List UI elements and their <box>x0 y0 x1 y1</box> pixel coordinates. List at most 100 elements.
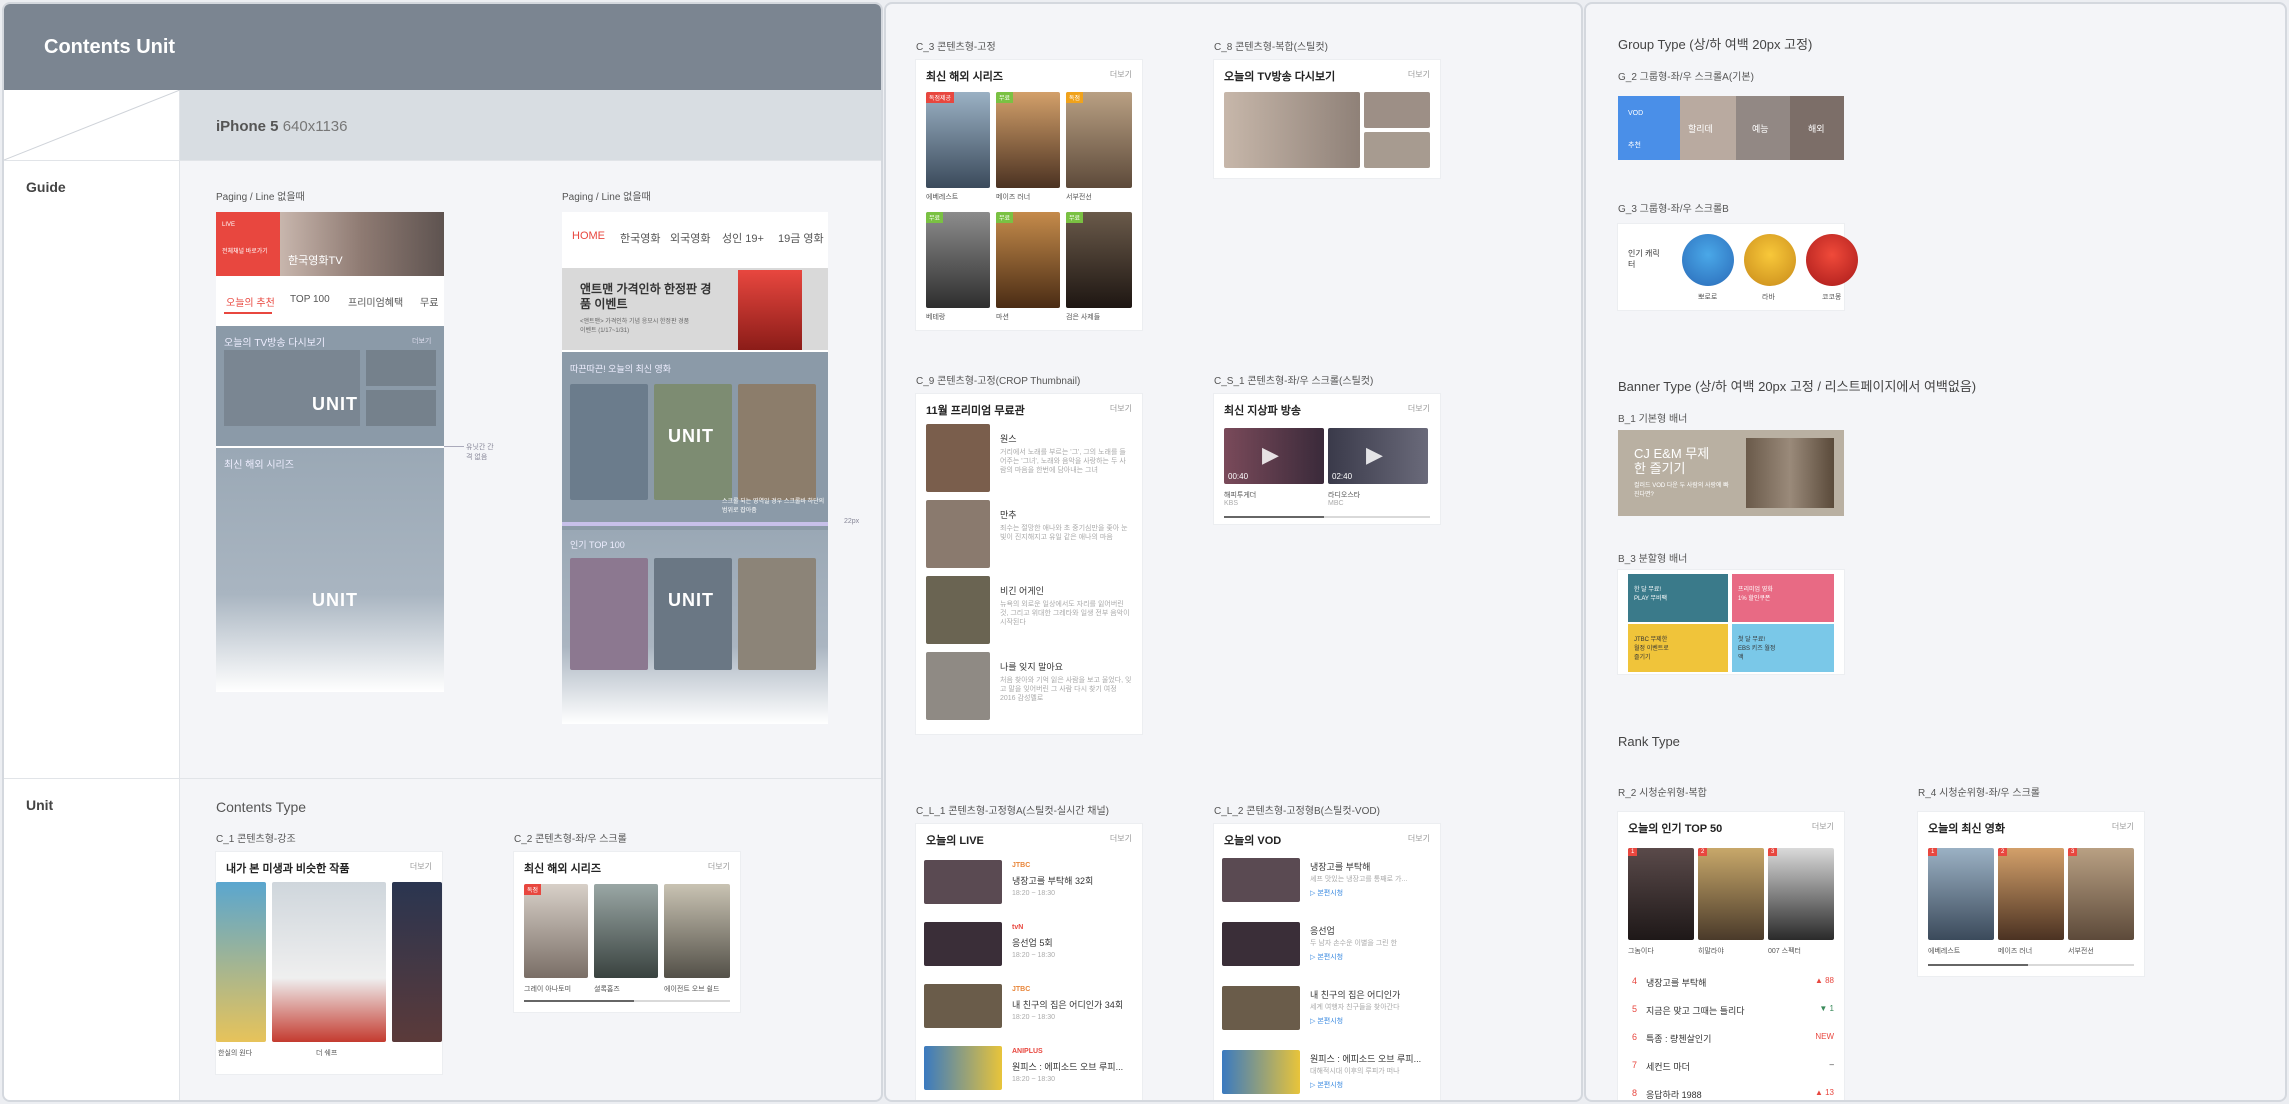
watch-link[interactable]: ▷ 본편시청 <box>1310 1080 1343 1090</box>
more-link[interactable]: 더보기 <box>410 861 432 872</box>
poster <box>738 384 816 500</box>
tab-home[interactable]: HOME <box>572 230 605 242</box>
crop-thumb[interactable] <box>926 424 990 492</box>
group-type-title: Group Type (상/하 여백 20px 고정) <box>1618 37 1813 52</box>
poster[interactable]: 3 <box>2068 848 2134 940</box>
crop-thumb[interactable] <box>926 500 990 568</box>
more-link[interactable]: 더보기 <box>2112 821 2134 832</box>
vod-title: 응선업 <box>1310 926 1335 936</box>
tab-adult[interactable]: 성인 19+ <box>722 230 764 246</box>
poster[interactable]: 1 <box>1628 848 1694 940</box>
b3-banner[interactable]: 한 달 무료! PLAY 무비팩 <box>1628 574 1728 622</box>
more-link[interactable]: 더보기 <box>1408 403 1430 414</box>
poster <box>654 558 732 670</box>
more-link[interactable]: 더보기 <box>708 861 730 872</box>
promo-banner[interactable]: 앤트맨 가격인하 한정판 경품 이벤트 <앤트맨> 가격인하 기념 응모시 한정… <box>562 268 828 350</box>
b3-text: 첫 달 무료! EBS 키즈 월정액 <box>1738 637 1776 661</box>
vod-thumb[interactable] <box>1222 922 1300 966</box>
c9-item-title: 나를 잊지 말아요 <box>1000 662 1063 672</box>
vod-thumb[interactable] <box>1222 858 1300 902</box>
poster[interactable] <box>664 884 730 978</box>
g2-blue-tab[interactable]: VOD 추천 <box>1618 96 1680 160</box>
tab-top100[interactable]: TOP 100 <box>290 294 330 305</box>
c9-item-desc: 처음 찾아와 기억 잃은 사람을 보고 울었다, 잊고 말을 잊어버린 그 사람… <box>1000 677 1132 702</box>
poster[interactable]: 3 <box>1768 848 1834 940</box>
play-icon: ▶ <box>1262 442 1279 467</box>
live-thumb[interactable] <box>924 984 1002 1028</box>
more-link[interactable]: 더보기 <box>412 336 431 346</box>
poster[interactable] <box>272 882 386 1042</box>
channel-logo: JTBC <box>1012 862 1031 869</box>
poster[interactable]: 독점 <box>1066 92 1132 188</box>
vod-thumb[interactable] <box>1222 986 1300 1030</box>
poster[interactable]: 무료 <box>1066 212 1132 308</box>
more-link[interactable]: 더보기 <box>1408 833 1430 844</box>
rank-badge: 2 <box>1998 848 2008 856</box>
character-icon[interactable] <box>1744 234 1796 286</box>
tab-free[interactable]: 무료 <box>420 294 438 309</box>
poster[interactable] <box>594 884 658 978</box>
tab-recommend[interactable]: 오늘의 추천 <box>226 294 275 309</box>
c9-item-title: 비긴 어게인 <box>1000 586 1044 596</box>
b3-banner[interactable]: 첫 달 무료! EBS 키즈 월정액 <box>1732 624 1834 672</box>
vod-thumb[interactable] <box>1222 1050 1300 1094</box>
poster[interactable]: 독점 <box>524 884 588 978</box>
live-thumb[interactable] <box>924 860 1002 904</box>
b1-poster-collage <box>1746 438 1834 508</box>
c9-item-title: 만추 <box>1000 510 1017 520</box>
c3-card: 최신 해외 시리즈 더보기 독점제공 무료 독점 에베레스트 메이즈 러너 서부… <box>916 60 1142 330</box>
b1-title: CJ E&M 무제한 즐기기 <box>1634 446 1710 476</box>
tab-19[interactable]: 19금 영화 <box>778 230 824 246</box>
more-link[interactable]: 더보기 <box>1110 403 1132 414</box>
tab-premium[interactable]: 프리미엄혜택 <box>348 294 403 309</box>
character-icon[interactable] <box>1806 234 1858 286</box>
scrollbar[interactable] <box>1224 516 1430 518</box>
tab-foreign[interactable]: 외국영화 <box>670 230 710 246</box>
annotation-line <box>444 446 464 447</box>
more-link[interactable]: 더보기 <box>1812 821 1834 832</box>
live-thumb[interactable] <box>924 922 1002 966</box>
poster[interactable]: 무료 <box>926 212 990 308</box>
b3-banner[interactable]: 프리미엄 영화 1% 할인쿠폰 <box>1732 574 1834 622</box>
character-name: 코코몽 <box>1822 294 1842 301</box>
play-icon: ▶ <box>1366 442 1383 467</box>
scrollbar[interactable] <box>1928 964 2134 966</box>
live-thumb[interactable] <box>924 1046 1002 1090</box>
b3-banner[interactable]: JTBC 무제한 월정 이벤트로 즐기기 <box>1628 624 1728 672</box>
tv-still[interactable] <box>1364 92 1430 128</box>
guide-left-label: Paging / Line 없을때 <box>216 192 305 203</box>
watch-link[interactable]: ▷ 본편시청 <box>1310 1016 1343 1026</box>
scrollbar[interactable] <box>524 1000 730 1002</box>
tab-underline <box>224 312 272 314</box>
poster[interactable] <box>392 882 442 1042</box>
row-divider <box>4 160 881 161</box>
poster[interactable]: 1 <box>1928 848 1994 940</box>
poster[interactable]: 무료 <box>996 212 1060 308</box>
tv-still[interactable]: ▶ 02:40 <box>1328 428 1428 484</box>
badge: 무료 <box>1066 212 1084 223</box>
tv-still[interactable] <box>1224 92 1360 168</box>
crop-thumb[interactable] <box>926 652 990 720</box>
live-block[interactable]: LIVE 전체채널 바로가기 <box>216 212 280 276</box>
more-link[interactable]: 더보기 <box>1110 833 1132 844</box>
badge: 무료 <box>926 212 944 223</box>
more-link[interactable]: 더보기 <box>1110 69 1132 80</box>
poster[interactable]: 무료 <box>996 92 1060 188</box>
character-icon[interactable] <box>1682 234 1734 286</box>
watch-link[interactable]: ▷ 본편시청 <box>1310 888 1343 898</box>
poster[interactable]: 독점제공 <box>926 92 990 188</box>
still-caption: 해피투게더 <box>1224 492 1257 499</box>
poster[interactable] <box>216 882 266 1042</box>
more-link[interactable]: 더보기 <box>1408 69 1430 80</box>
tv-still[interactable] <box>1364 132 1430 168</box>
channel-logo: tvN <box>1012 924 1024 931</box>
b1-banner[interactable]: CJ E&M 무제한 즐기기 컬러드 VOD 다운 두 사람의 사랑에 빠진다면… <box>1618 430 1844 516</box>
tv-still[interactable]: ▶ 00:40 <box>1224 428 1324 484</box>
watch-link[interactable]: ▷ 본편시청 <box>1310 952 1343 962</box>
poster[interactable]: 2 <box>1698 848 1764 940</box>
crop-thumb[interactable] <box>926 576 990 644</box>
unit-text: UNIT <box>668 590 714 610</box>
tab-korean[interactable]: 한국영화 <box>620 230 660 246</box>
poster[interactable]: 2 <box>1998 848 2064 940</box>
b3-text: JTBC 무제한 월정 이벤트로 즐기기 <box>1634 637 1669 661</box>
